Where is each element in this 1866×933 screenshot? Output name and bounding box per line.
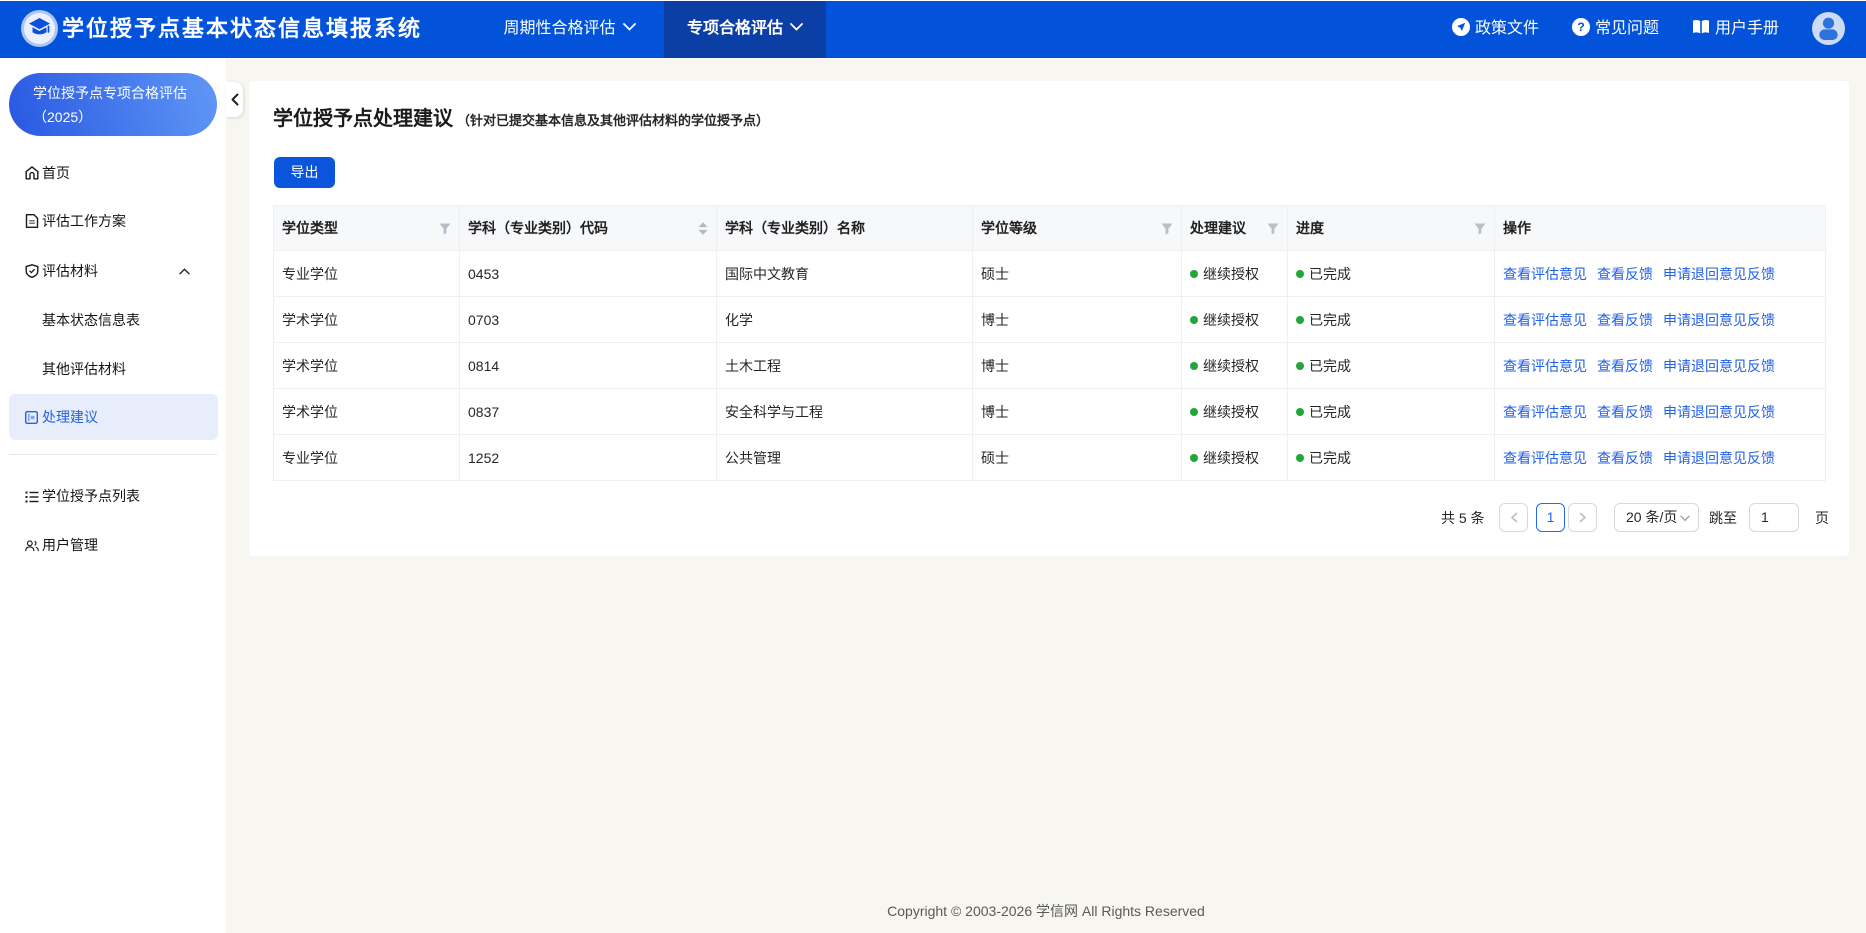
svg-text:?: ? bbox=[1577, 20, 1584, 34]
